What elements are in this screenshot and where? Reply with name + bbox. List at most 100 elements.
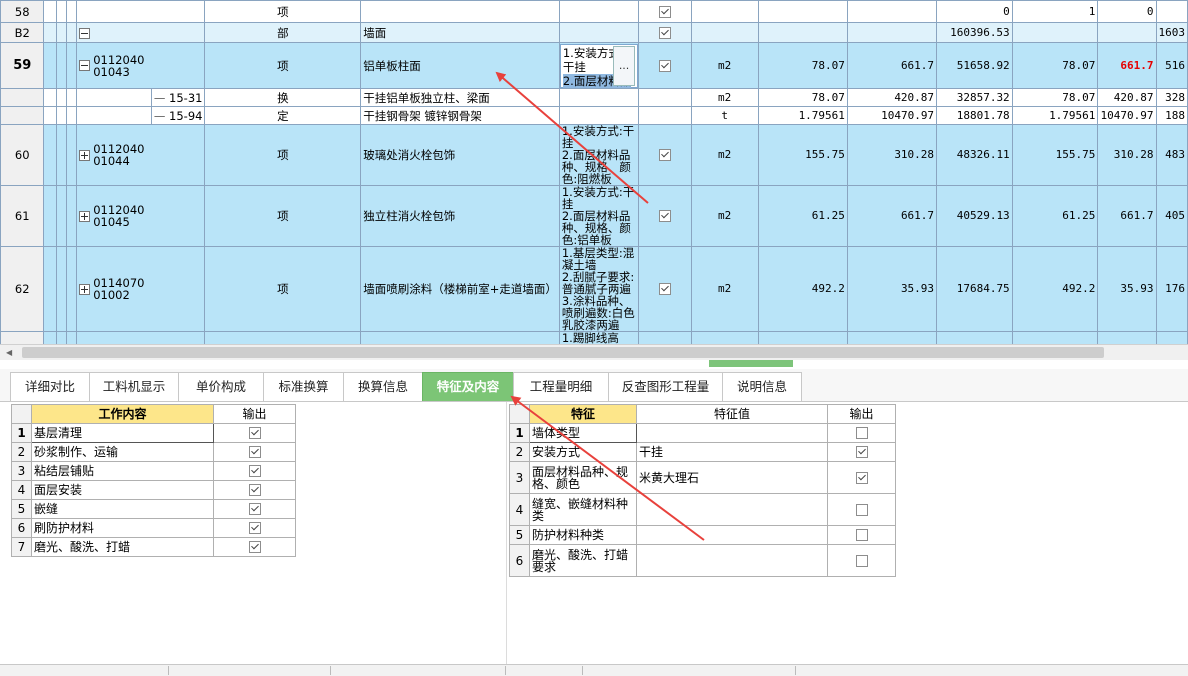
work-row[interactable]: 3 粘结层铺贴 xyxy=(11,461,296,481)
scroll-left-icon[interactable]: ◀ xyxy=(6,348,12,357)
output-cell[interactable] xyxy=(827,442,896,462)
include-cell[interactable] xyxy=(638,246,692,332)
feature-cell[interactable] xyxy=(558,88,640,107)
feature-cell[interactable] xyxy=(558,106,640,125)
output-checkbox[interactable] xyxy=(248,465,261,478)
expand-icon[interactable] xyxy=(79,210,91,222)
output-cell[interactable] xyxy=(213,537,296,557)
quantity[interactable]: 78.07 xyxy=(757,88,848,107)
feature-row[interactable]: 4 缝宽、嵌缝材料种类 xyxy=(509,493,896,526)
output-checkbox[interactable] xyxy=(248,446,261,459)
work-row[interactable]: 5 嵌缝 xyxy=(11,499,296,519)
row-number[interactable]: 59 xyxy=(0,42,45,89)
include-cell[interactable] xyxy=(638,185,692,247)
feature-edit-cell[interactable]: 1.安装方式:干挂2.面层材料品种、规格、颜色铝单板... xyxy=(558,42,640,89)
output-cell[interactable] xyxy=(213,423,296,443)
work-row[interactable]: 7 磨光、酸洗、打蜡 xyxy=(11,537,296,557)
work-content[interactable]: 砂浆制作、运输 xyxy=(31,442,214,462)
quantity[interactable]: 155.75 xyxy=(757,124,848,186)
row-number[interactable]: 60 xyxy=(0,124,45,186)
tab-standard-conversion[interactable]: 标准换算 xyxy=(263,372,344,401)
include-cell[interactable] xyxy=(638,0,692,23)
item-name[interactable]: 墙面 xyxy=(360,22,560,43)
output-checkbox[interactable] xyxy=(855,427,868,440)
include-checkbox[interactable] xyxy=(658,283,671,296)
item-name[interactable]: 干挂钢骨架 镀锌钢骨架 xyxy=(360,106,560,125)
feature-row[interactable]: 1 墙体类型 xyxy=(509,423,896,443)
output-cell[interactable] xyxy=(827,544,896,577)
output-cell[interactable] xyxy=(213,480,296,500)
include-checkbox[interactable] xyxy=(658,26,671,39)
feature-row[interactable]: 2 安装方式 干挂 xyxy=(509,442,896,462)
panel-splitter[interactable] xyxy=(0,360,1188,369)
work-row[interactable]: 6 刷防护材料 xyxy=(11,518,296,538)
splitter-grip[interactable] xyxy=(709,360,793,367)
include-cell[interactable] xyxy=(638,124,692,186)
work-content[interactable]: 面层安装 xyxy=(31,480,214,500)
feature-cell[interactable]: 1.安装方式:干挂 2.面层材料品种、规格、颜色:阻燃板 xyxy=(558,124,640,186)
tab-labor-material[interactable]: 工料机显示 xyxy=(89,372,179,401)
work-content[interactable]: 磨光、酸洗、打蜡 xyxy=(31,537,214,557)
quantity[interactable] xyxy=(757,22,848,43)
feature-value[interactable] xyxy=(636,423,828,443)
code-cell[interactable]: 011204001043 xyxy=(76,42,206,89)
output-checkbox[interactable] xyxy=(855,471,868,484)
output-checkbox[interactable] xyxy=(855,554,868,567)
quantity[interactable] xyxy=(757,0,848,23)
output-checkbox[interactable] xyxy=(248,541,261,554)
division-row[interactable]: B2 部墙面 160396.53 1603 xyxy=(0,22,1188,43)
output-checkbox[interactable] xyxy=(248,427,261,440)
output-checkbox[interactable] xyxy=(855,503,868,516)
collapse-icon[interactable] xyxy=(79,27,91,39)
quantity[interactable]: 492.2 xyxy=(757,246,848,332)
output-cell[interactable] xyxy=(213,518,296,538)
feature-cell[interactable]: 1.基层类型:混凝土墙 2.刮腻子要求:普通腻子两遍 3.涂料品种、喷刷遍数:白… xyxy=(558,246,640,332)
feature-name[interactable]: 安装方式 xyxy=(529,442,637,462)
feature-value[interactable]: 干挂 xyxy=(636,442,828,462)
tab-detail-compare[interactable]: 详细对比 xyxy=(10,372,90,401)
code-cell[interactable]: 011407001002 xyxy=(76,246,206,332)
include-checkbox[interactable] xyxy=(658,210,671,223)
item-row[interactable]: 61 011204001045 项独立柱消火栓包饰 1.安装方式:干挂 2.面层材料品… xyxy=(0,185,1188,247)
quota-row[interactable]: — 15-31 换干挂铝单板独立柱、梁面 m2 78.07 420.87 32857.32… xyxy=(0,88,1188,107)
work-content[interactable]: 基层清理 xyxy=(31,423,214,443)
quantity[interactable]: 1.79561 xyxy=(757,106,848,125)
row-number[interactable]: 61 xyxy=(0,185,45,247)
item-name[interactable]: 墙面喷刷涂料（楼梯前室+走道墙面） xyxy=(360,246,560,332)
row-number[interactable]: B2 xyxy=(0,22,45,43)
feature-name[interactable]: 墙体类型 xyxy=(529,423,637,443)
tab-features-content[interactable]: 特征及内容 xyxy=(422,372,514,401)
include-checkbox[interactable] xyxy=(658,59,671,72)
item-row[interactable]: 62 011407001002 项墙面喷刷涂料（楼梯前室+走道墙面） 1.基层类型:混… xyxy=(0,246,1188,332)
include-checkbox[interactable] xyxy=(658,5,671,18)
work-row[interactable]: 2 砂浆制作、运输 xyxy=(11,442,296,462)
more-button[interactable]: ... xyxy=(613,45,636,86)
code-cell[interactable] xyxy=(76,22,206,43)
expand-icon[interactable] xyxy=(79,283,91,295)
item-name[interactable] xyxy=(360,0,560,23)
quantity[interactable]: 61.25 xyxy=(757,185,848,247)
include-cell[interactable] xyxy=(638,88,692,107)
quantity[interactable]: 78.07 xyxy=(757,42,848,89)
tab-quantity-details[interactable]: 工程量明细 xyxy=(513,372,609,401)
scrollbar-thumb[interactable] xyxy=(22,347,1104,358)
feature-cell[interactable] xyxy=(558,22,640,43)
work-row[interactable]: 1 基层清理 xyxy=(11,423,296,443)
include-checkbox[interactable] xyxy=(658,149,671,162)
item-name[interactable]: 玻璃处消火栓包饰 xyxy=(360,124,560,186)
tab-unit-price[interactable]: 单价构成 xyxy=(178,372,264,401)
output-cell[interactable] xyxy=(827,525,896,545)
item-row[interactable]: 59 011204001043 项铝单板柱面1.安装方式:干挂2.面层材料品种、规格… xyxy=(0,42,1188,89)
output-cell[interactable] xyxy=(827,423,896,443)
item-name[interactable]: 铝单板柱面 xyxy=(360,42,560,89)
work-content[interactable]: 嵌缝 xyxy=(31,499,214,519)
output-cell[interactable] xyxy=(213,499,296,519)
quota-row[interactable]: — 15-94 定干挂钢骨架 镀锌钢骨架 t 1.79561 10470.97 18801… xyxy=(0,106,1188,125)
output-cell[interactable] xyxy=(213,442,296,462)
feature-name[interactable]: 防护材料种类 xyxy=(529,525,637,545)
row-number[interactable] xyxy=(0,106,45,125)
feature-editor[interactable]: 1.安装方式:干挂2.面层材料品种、规格、颜色铝单板... xyxy=(560,43,638,88)
output-cell[interactable] xyxy=(827,461,896,494)
tab-description[interactable]: 说明信息 xyxy=(722,372,802,401)
work-content[interactable]: 刷防护材料 xyxy=(31,518,214,538)
